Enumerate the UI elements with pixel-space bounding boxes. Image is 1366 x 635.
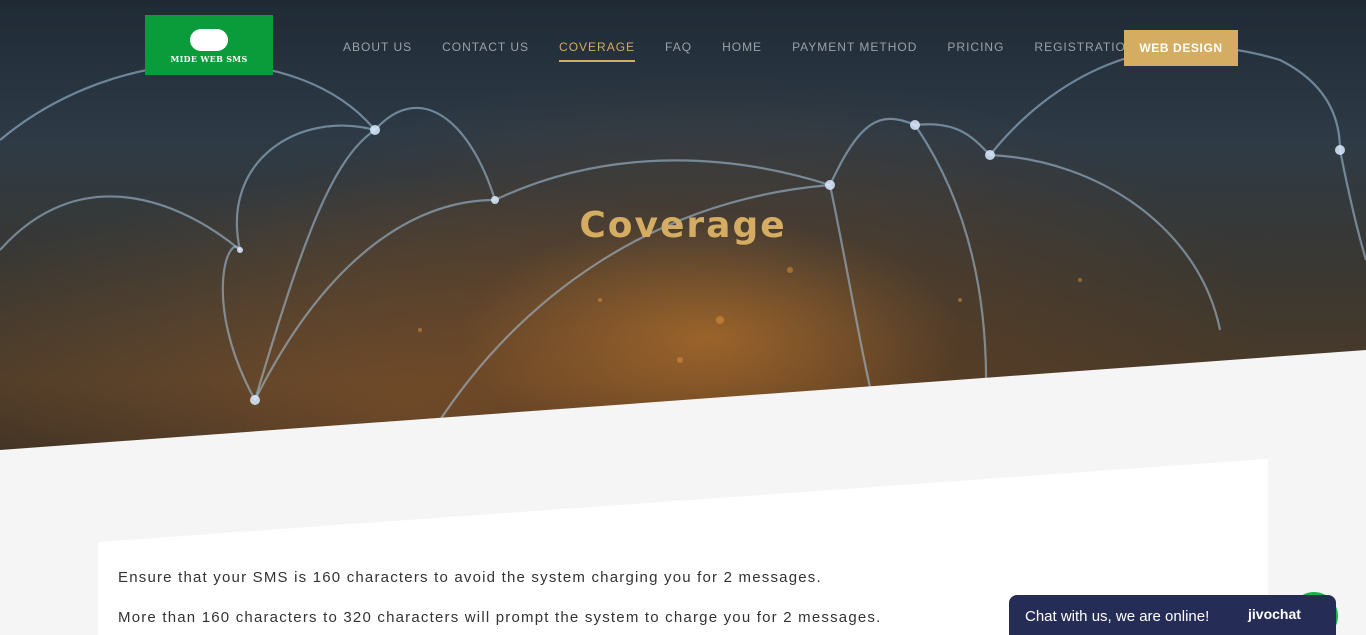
nav-item-pricing[interactable]: PRICING	[947, 40, 1004, 62]
logo-text: MIDE WEB SMS	[170, 53, 248, 64]
page-title: Coverage	[579, 205, 787, 246]
nav-item-contact-us[interactable]: CONTACT US	[442, 40, 529, 62]
web-design-button[interactable]: WEB DESIGN	[1124, 30, 1238, 66]
nav-item-faq[interactable]: FAQ	[665, 40, 692, 62]
content-body: Ensure that your SMS is 160 characters t…	[118, 568, 1018, 635]
nav-item-payment-method[interactable]: PAYMENT METHOD	[792, 40, 917, 62]
chat-brand-logo: jivochat	[1248, 606, 1301, 622]
main-navigation: ABOUT US CONTACT US COVERAGE FAQ HOME PA…	[343, 40, 1166, 62]
site-logo[interactable]: MIDE WEB SMS	[145, 15, 273, 75]
nav-item-registration[interactable]: REGISTRATION	[1034, 40, 1135, 62]
content-paragraph: More than 160 characters to 320 characte…	[118, 609, 882, 626]
nav-item-coverage[interactable]: COVERAGE	[559, 40, 636, 62]
chat-message: Chat with us, we are online!	[1025, 608, 1210, 625]
chat-widget[interactable]: Chat with us, we are online! jivochat	[1009, 595, 1336, 635]
nav-item-about-us[interactable]: ABOUT US	[343, 40, 412, 62]
nav-item-home[interactable]: HOME	[722, 40, 762, 62]
content-paragraph: Ensure that your SMS is 160 characters t…	[118, 569, 822, 586]
chat-bubble-icon	[190, 28, 228, 51]
